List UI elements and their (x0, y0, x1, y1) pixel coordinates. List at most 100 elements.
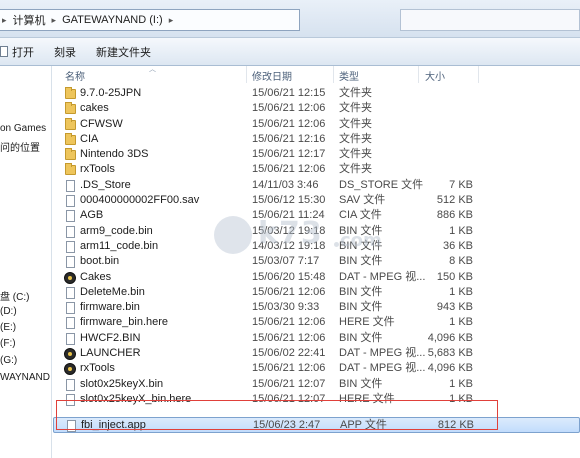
file-icon (66, 286, 75, 299)
column-divider[interactable] (478, 66, 479, 83)
open-button[interactable]: 打开 (0, 44, 34, 60)
table-row[interactable]: arm9_code.bin 15/03/12 19:18 BIN 文件 1 KB (53, 224, 580, 239)
file-date: 15/06/21 12:16 (252, 132, 326, 145)
file-type: DAT - MPEG 视... (339, 270, 426, 283)
file-type: BIN 文件 (339, 377, 383, 390)
table-row[interactable]: 000400000002FF00.sav 15/06/12 15:30 SAV 文件… (53, 193, 580, 208)
table-row[interactable]: rxTools 15/06/21 12:06 DAT - MPEG 视... 4,09… (53, 361, 580, 376)
file-type: HERE 文件 (339, 316, 395, 329)
file-type: 文件夹 (339, 87, 372, 99)
table-row[interactable]: .DS_Store 14/11/03 3:46 DS_STORE 文件 7 KB (53, 178, 580, 193)
file-name: DeleteMe.bin (80, 285, 145, 298)
column-divider[interactable] (418, 66, 419, 83)
nav-item-drive-f[interactable]: (F:) (0, 338, 16, 349)
file-name: HWCF2.BIN (80, 331, 141, 344)
folder-icon (65, 163, 76, 176)
column-divider[interactable] (246, 66, 247, 83)
file-date: 15/06/21 12:06 (252, 362, 326, 375)
column-size[interactable]: 大小 (425, 68, 445, 83)
nav-item-drive-d[interactable]: (D:) (0, 306, 17, 317)
file-name: CIA (80, 132, 99, 145)
file-date: 15/06/21 12:06 (252, 163, 326, 176)
table-row[interactable]: AGB 15/06/21 11:24 CIA 文件 886 KB (53, 208, 580, 223)
nav-item-drive-e[interactable]: (E:) (0, 322, 16, 333)
file-type: BIN 文件 (339, 331, 383, 344)
file-size: 5,683 KB (427, 347, 473, 360)
file-icon (66, 256, 75, 269)
table-row[interactable]: HWCF2.BIN 15/06/21 12:06 BIN 文件 4,096 KB (53, 331, 580, 346)
file-icon (66, 317, 75, 330)
table-row[interactable]: cakes 15/06/21 12:06 文件夹 (53, 101, 580, 116)
column-header: ︿ 名称 修改日期 类型 大小 (53, 66, 580, 83)
sort-ascending-icon: ︿ (149, 66, 156, 73)
file-type: APP 文件 (340, 419, 387, 432)
search-input[interactable] (400, 9, 580, 31)
file-icon (66, 179, 75, 192)
file-size: 1 KB (449, 316, 473, 329)
file-date: 15/06/21 12:07 (252, 392, 326, 405)
column-date[interactable]: 修改日期 (252, 68, 292, 83)
file-date: 15/06/21 12:07 (252, 377, 326, 390)
media-icon (64, 363, 76, 376)
navigation-pane: on Games 问的位置 盘 (C:) (D:) (E:) (F:) (G:)… (0, 66, 52, 458)
table-row[interactable]: firmware.bin 15/03/30 9:33 BIN 文件 943 KB (53, 300, 580, 315)
file-icon (66, 225, 75, 238)
table-row[interactable]: Nintendo 3DS 15/06/21 12:17 文件夹 (53, 147, 580, 162)
nav-item-drive-g[interactable]: (G:) (0, 355, 17, 366)
file-size: 886 KB (436, 209, 473, 222)
new-folder-button[interactable]: 新建文件夹 (96, 44, 151, 60)
file-name: firmware_bin.here (80, 316, 169, 329)
table-row[interactable]: 9.7.0-25JPN 15/06/21 12:15 文件夹 (53, 86, 580, 101)
file-type: 文件夹 (339, 163, 372, 176)
folder-icon (65, 102, 76, 115)
file-date: 15/06/12 15:30 (252, 194, 326, 207)
media-icon (64, 348, 76, 361)
table-row[interactable]: arm11_code.bin 14/03/12 19:18 BIN 文件 36 KB (53, 239, 580, 254)
file-name: CFWSW (80, 117, 123, 130)
table-row[interactable]: CFWSW 15/06/21 12:06 文件夹 (53, 117, 580, 132)
breadcrumb-drive[interactable]: GATEWAYNAND (I:) (58, 14, 167, 26)
chevron-right-icon[interactable]: ▸ (50, 15, 59, 26)
nav-item-drive-c[interactable]: 盘 (C:) (0, 288, 29, 303)
file-type: 文件夹 (339, 132, 372, 145)
file-date: 15/03/30 9:33 (252, 301, 320, 314)
burn-button[interactable]: 刻录 (54, 44, 76, 60)
file-icon (67, 420, 76, 433)
file-type: 文件夹 (339, 117, 372, 130)
file-icon (66, 393, 75, 406)
file-name: rxTools (80, 362, 115, 375)
column-name[interactable]: 名称 (65, 68, 85, 83)
chevron-right-icon[interactable]: ▸ (0, 15, 9, 26)
burn-label: 刻录 (54, 46, 76, 59)
breadcrumb-computer[interactable]: 计算机 (9, 12, 50, 28)
file-size: 1 KB (449, 285, 473, 298)
file-name: 9.7.0-25JPN (80, 87, 142, 99)
file-name: rxTools (80, 163, 115, 176)
column-divider[interactable] (333, 66, 334, 83)
table-row[interactable]: CIA 15/06/21 12:16 文件夹 (53, 132, 580, 147)
file-date: 15/06/02 22:41 (252, 347, 326, 360)
table-row[interactable]: DeleteMe.bin 15/06/21 12:06 BIN 文件 1 KB (53, 285, 580, 300)
nav-item-recent-places[interactable]: 问的位置 (0, 139, 40, 154)
table-row[interactable]: rxTools 15/06/21 12:06 文件夹 (53, 162, 580, 177)
nav-item-games[interactable]: on Games (0, 123, 46, 134)
table-row[interactable]: LAUNCHER 15/06/02 22:41 DAT - MPEG 视... 5,6… (53, 346, 580, 361)
file-date: 15/06/21 12:06 (252, 117, 326, 130)
file-size: 1 KB (449, 224, 473, 237)
file-date: 15/06/21 12:06 (252, 331, 326, 344)
table-row[interactable]: Cakes 15/06/20 15:48 DAT - MPEG 视... 150 KB (53, 270, 580, 285)
table-row[interactable]: firmware_bin.here 15/06/21 12:06 HERE 文件 1 … (53, 315, 580, 330)
table-row-selected[interactable]: fbi_inject.app 15/06/23 2:47 APP 文件 812 KB (53, 417, 580, 433)
address-bar[interactable]: ▸ 计算机 ▸ GATEWAYNAND (I:) ▸ (0, 9, 300, 31)
file-size: 512 KB (436, 194, 473, 207)
column-type[interactable]: 类型 (339, 68, 359, 83)
file-type: DS_STORE 文件 (339, 178, 424, 191)
table-row[interactable]: boot.bin 15/03/07 7:17 BIN 文件 8 KB (53, 254, 580, 269)
table-row[interactable]: slot0x25keyX.bin 15/06/21 12:07 BIN 文件 1 KB (53, 377, 580, 392)
chevron-right-icon[interactable]: ▸ (167, 15, 176, 26)
file-size: 150 KB (436, 270, 473, 283)
media-icon (64, 271, 76, 284)
nav-item-drive-i[interactable]: WAYNAND (I: (0, 372, 51, 383)
open-icon (0, 46, 8, 57)
table-row[interactable]: slot0x25keyX_bin.here 15/06/21 12:07 HERE … (53, 392, 580, 407)
